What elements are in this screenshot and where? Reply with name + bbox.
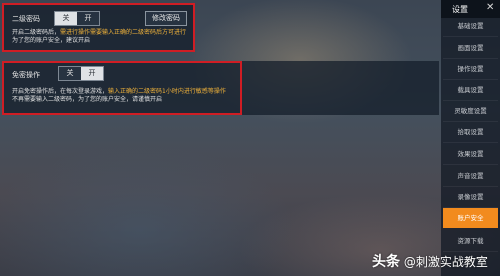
sidebar-item-basic[interactable]: 基础设置 — [443, 16, 498, 37]
sidebar-item-sound[interactable]: 声音设置 — [443, 166, 498, 187]
secondary-password-description: 开启二级密码后，需进行操作需要输入正确的二级密码后方可进行 为了您的账户安全，建… — [12, 29, 192, 45]
sidebar-item-recording[interactable]: 录像设置 — [443, 187, 498, 208]
sidebar-item-controls[interactable]: 操作设置 — [443, 59, 498, 80]
watermark-handle: @刺激实战教室 — [403, 255, 488, 269]
password-free-desc-part2: 不再需要输入二级密码，为了您的账户安全，请谨慎开启 — [12, 96, 163, 103]
sidebar-item-sensitivity[interactable]: 灵敏度设置 — [443, 101, 498, 122]
sidebar-item-graphics[interactable]: 画面设置 — [443, 38, 498, 59]
settings-title: 设置 — [452, 5, 468, 14]
sidebar-item-vehicle[interactable]: 载具设置 — [443, 80, 498, 101]
password-free-desc-highlight: 输入正确的二级密码1小时内进行敏感等操作 — [108, 88, 226, 95]
secondary-password-label: 二级密码 — [12, 15, 40, 23]
secondary-password-desc-part2: 为了您的账户安全，建议开启 — [12, 37, 91, 44]
password-free-description: 开启免密操作后，在每次登录游戏，输入正确的二级密码1小时内进行敏感等操作 不再需… — [12, 88, 240, 104]
secondary-password-off[interactable]: 关 — [55, 12, 77, 25]
password-free-on[interactable]: 开 — [81, 67, 103, 80]
password-free-toggle[interactable]: 关 开 — [58, 66, 104, 81]
watermark: 头条 @刺激实战教室 — [372, 251, 488, 271]
sidebar-item-resource-download[interactable]: 资源下载 — [443, 231, 498, 252]
sidebar-item-pickup[interactable]: 拾取设置 — [443, 122, 498, 143]
password-free-off[interactable]: 关 — [59, 67, 81, 80]
secondary-password-toggle[interactable]: 关 开 — [54, 11, 100, 26]
close-icon[interactable]: ✕ — [486, 2, 494, 13]
watermark-brand: 头条 — [372, 254, 400, 270]
sidebar-item-effects[interactable]: 效果设置 — [443, 144, 498, 165]
secondary-password-on[interactable]: 开 — [77, 12, 99, 25]
sidebar-item-account-security[interactable]: 账户安全 — [443, 208, 498, 228]
password-free-desc-part1: 开启免密操作后，在每次登录游戏， — [12, 88, 109, 95]
change-password-button[interactable]: 修改密码 — [145, 11, 187, 26]
secondary-password-desc-part1: 开启二级密码后， — [12, 29, 61, 36]
secondary-password-desc-highlight: 需进行操作需要输入正确的二级密码后方可进行 — [60, 29, 187, 36]
password-free-label: 免密操作 — [12, 71, 40, 79]
